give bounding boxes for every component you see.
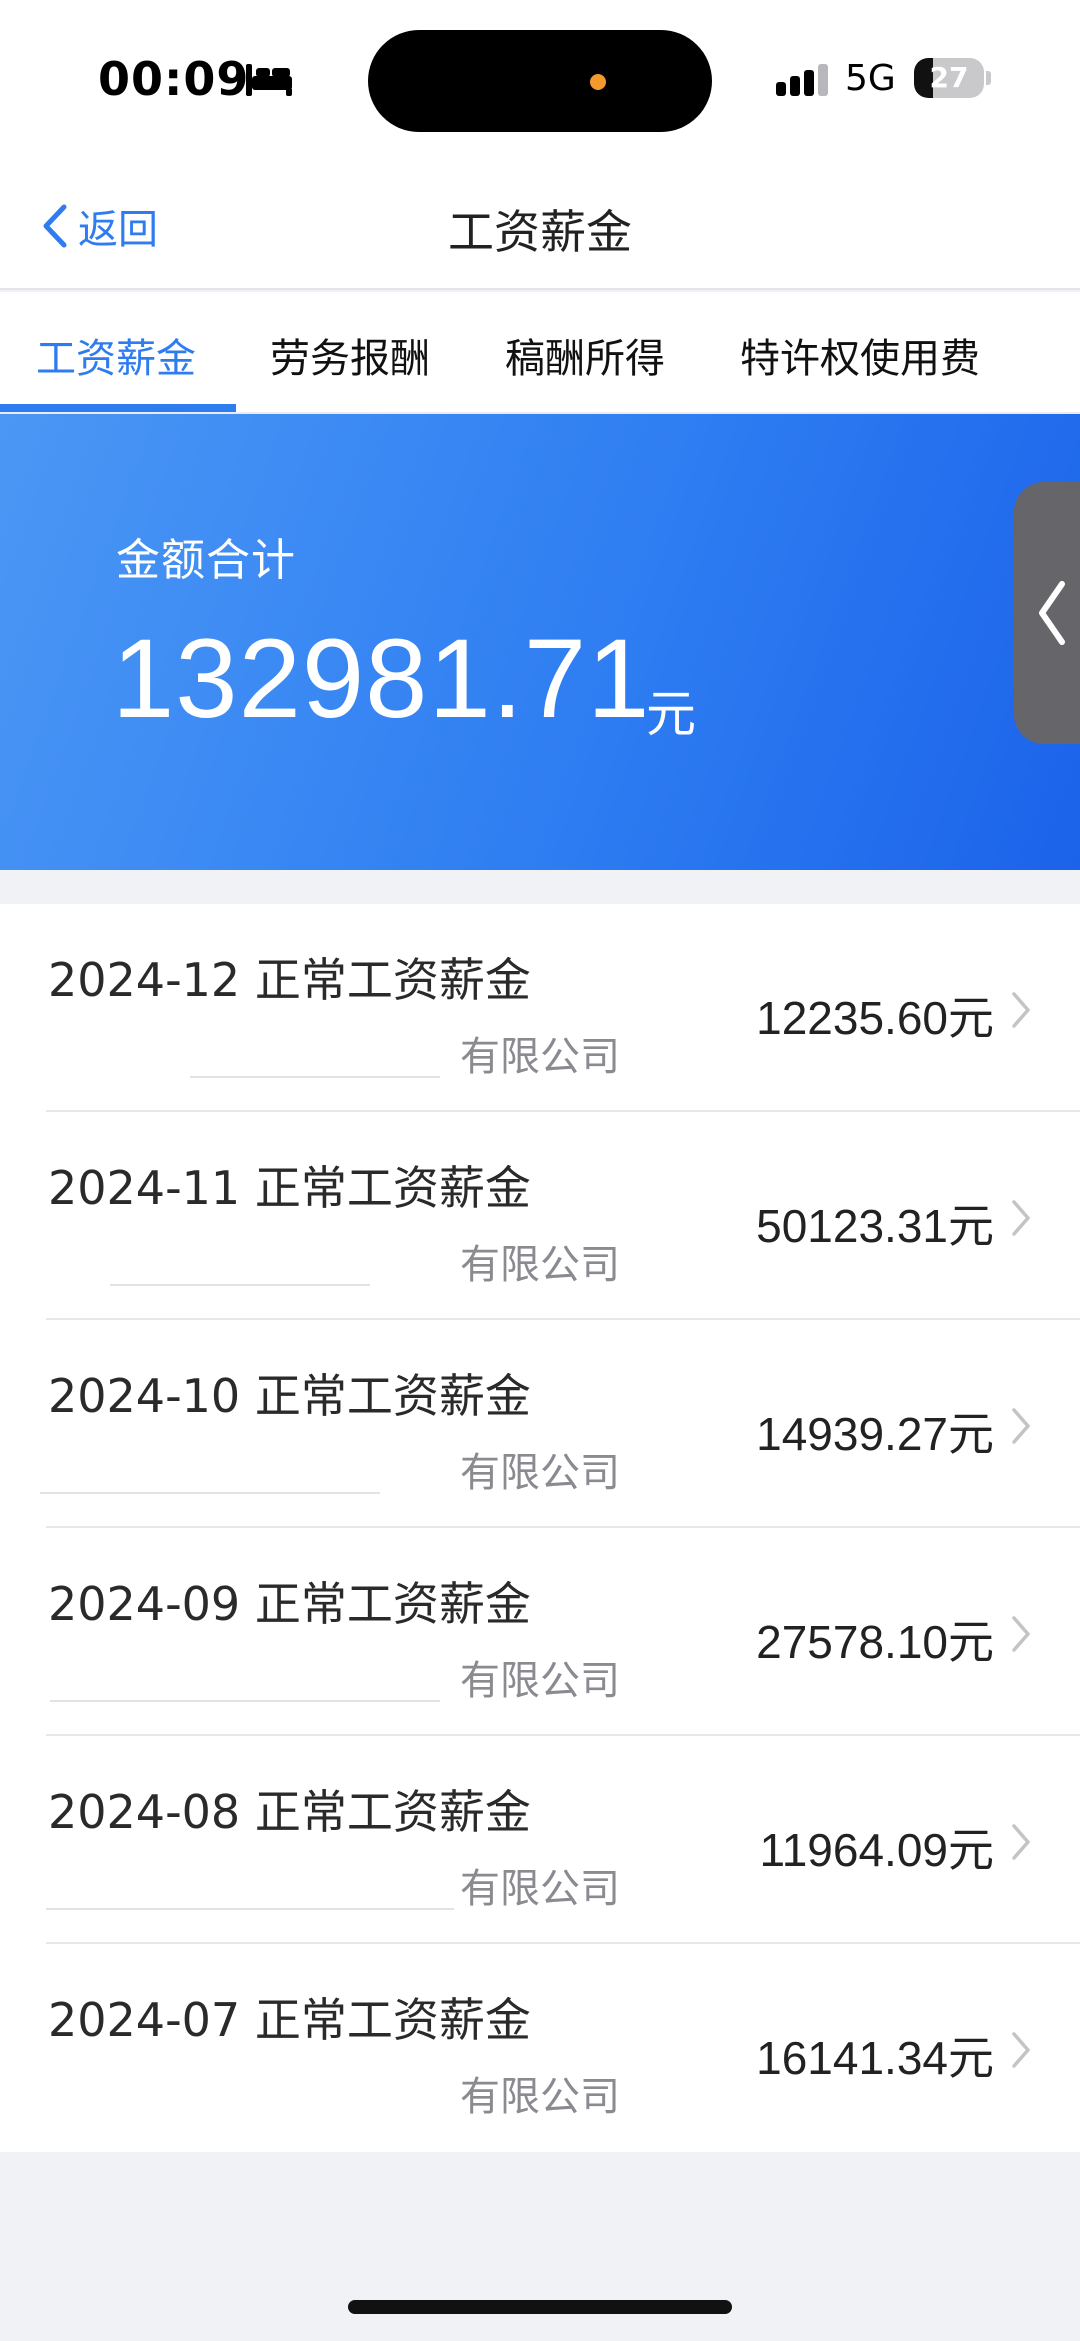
- dynamic-island: [368, 30, 712, 132]
- chevron-left-icon: [1039, 581, 1065, 645]
- record-title: 2024-10 正常工资薪金: [48, 1369, 531, 1423]
- tab-author-remuneration[interactable]: 稿酬所得: [505, 326, 665, 384]
- income-record-row[interactable]: 2024-09 正常工资薪金 有限公司 27578.10元: [0, 1528, 1080, 1736]
- record-amount-unit: 元: [948, 1407, 994, 1461]
- income-record-row[interactable]: 2024-08 正常工资薪金 有限公司 11964.09元: [0, 1736, 1080, 1944]
- record-amount-unit: 元: [948, 2031, 994, 2085]
- redacted-company-name: [190, 1076, 440, 1078]
- record-company: 有限公司: [460, 1450, 620, 1496]
- record-amount-unit: 元: [948, 1615, 994, 1669]
- record-amount: 16141.34元: [756, 2022, 994, 2088]
- chevron-right-icon: [1012, 1824, 1030, 1860]
- record-amount: 14939.27元: [756, 1398, 994, 1464]
- record-amount: 27578.10元: [756, 1606, 994, 1672]
- battery-level: 27: [929, 61, 969, 94]
- status-time: 00:09: [98, 52, 250, 106]
- bed-icon: [246, 64, 292, 96]
- side-drawer-handle[interactable]: [1014, 482, 1080, 744]
- record-amount: 12235.60元: [756, 982, 994, 1048]
- battery-icon: 27: [914, 58, 984, 98]
- record-amount-value: 11964.09: [759, 1824, 948, 1876]
- status-bar: 00:09 5G 27: [0, 0, 1080, 160]
- redacted-company-name: [40, 1492, 380, 1494]
- income-record-row[interactable]: 2024-12 正常工资薪金 有限公司 12235.60元: [0, 904, 1080, 1112]
- income-record-list: 2024-12 正常工资薪金 有限公司 12235.60元 2024-11 正常…: [0, 904, 1080, 2152]
- record-amount-value: 12235.60: [756, 992, 948, 1044]
- record-company: 有限公司: [460, 1034, 620, 1080]
- chevron-right-icon: [1012, 1616, 1030, 1652]
- income-record-row[interactable]: 2024-11 正常工资薪金 有限公司 50123.31元: [0, 1112, 1080, 1320]
- record-title: 2024-11 正常工资薪金: [48, 1161, 531, 1215]
- battery-cap: [986, 71, 991, 85]
- total-amount-value: 132981.71: [112, 616, 651, 741]
- record-amount-unit: 元: [948, 1199, 994, 1253]
- income-record-row[interactable]: 2024-10 正常工资薪金 有限公司 14939.27元: [0, 1320, 1080, 1528]
- chevron-right-icon: [1012, 1200, 1030, 1236]
- record-company: 有限公司: [460, 1658, 620, 1704]
- record-amount-value: 27578.10: [756, 1616, 948, 1668]
- network-type: 5G: [845, 58, 896, 99]
- chevron-right-icon: [1012, 992, 1030, 1028]
- record-company: 有限公司: [460, 1866, 620, 1912]
- total-amount-unit: 元: [646, 685, 696, 743]
- record-title: 2024-07 正常工资薪金: [48, 1993, 531, 2047]
- cellular-signal-icon: [776, 64, 828, 96]
- total-amount-label: 金额合计: [116, 535, 296, 586]
- chevron-right-icon: [1012, 1408, 1030, 1444]
- active-tab-indicator: [0, 404, 236, 412]
- income-category-tabs: 工资薪金 劳务报酬 稿酬所得 特许权使用费: [0, 292, 1080, 414]
- record-title: 2024-08 正常工资薪金: [48, 1785, 531, 1839]
- record-amount-unit: 元: [948, 991, 994, 1045]
- record-amount: 50123.31元: [756, 1190, 994, 1256]
- redacted-company-name: [110, 1284, 370, 1286]
- tab-royalties[interactable]: 特许权使用费: [740, 326, 980, 384]
- page-title: 工资薪金: [448, 205, 632, 259]
- record-company: 有限公司: [460, 1242, 620, 1288]
- home-indicator[interactable]: [348, 2300, 732, 2314]
- chevron-right-icon: [1012, 2032, 1030, 2068]
- record-title: 2024-12 正常工资薪金: [48, 953, 531, 1007]
- tab-labor-remuneration[interactable]: 劳务报酬: [270, 326, 430, 384]
- record-amount-unit: 元: [948, 1823, 994, 1877]
- privacy-indicator-dot: [590, 74, 606, 90]
- record-amount: 11964.09元: [760, 1814, 994, 1880]
- tax-income-detail-page: 00:09 5G 27 返回 工资薪金 工资薪金 劳务报酬 稿酬所得 特许权使用…: [0, 0, 1080, 2341]
- total-amount-banner: 金额合计 132981.71 元: [0, 414, 1080, 870]
- redacted-company-name: [50, 1700, 440, 1702]
- record-title: 2024-09 正常工资薪金: [48, 1577, 531, 1631]
- record-amount-value: 14939.27: [756, 1408, 948, 1460]
- record-company: 有限公司: [460, 2074, 620, 2120]
- tab-wages[interactable]: 工资薪金: [36, 326, 196, 384]
- income-record-row[interactable]: 2024-07 正常工资薪金 有限公司 16141.34元: [0, 1944, 1080, 2152]
- record-amount-value: 16141.34: [756, 2032, 948, 2084]
- redacted-company-name: [46, 1908, 454, 1910]
- record-amount-value: 50123.31: [756, 1200, 948, 1252]
- navigation-bar: 返回 工资薪金: [0, 160, 1080, 290]
